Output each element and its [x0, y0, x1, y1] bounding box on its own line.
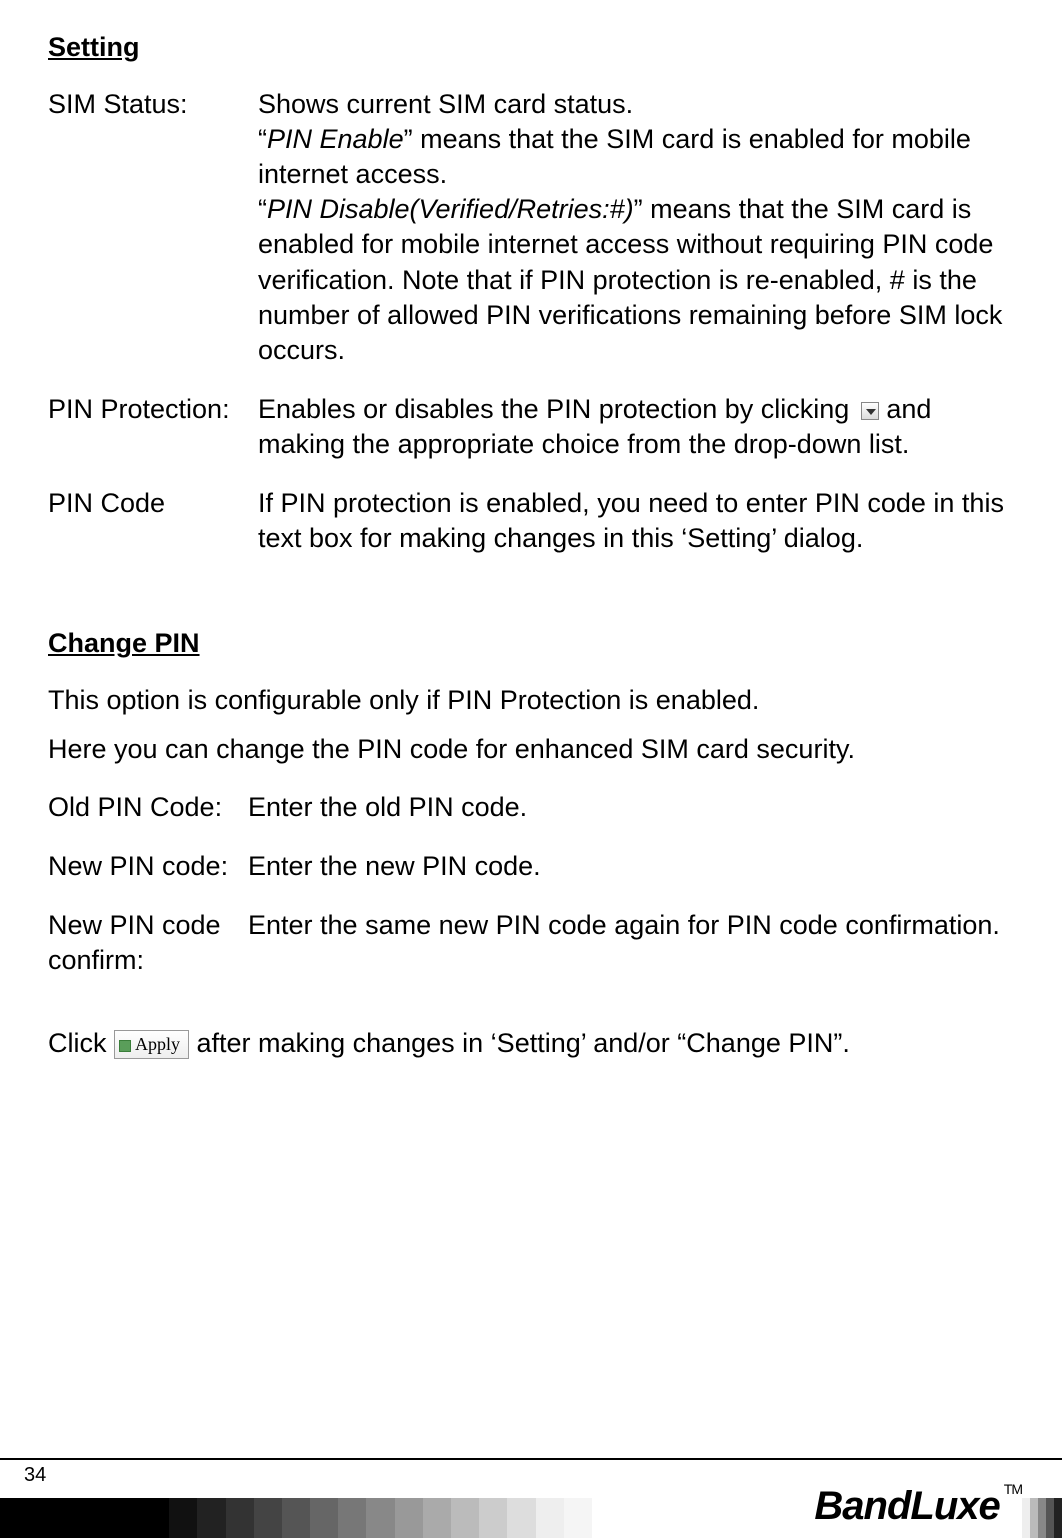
- desc-new-pin-confirm: Enter the same new PIN code again for PI…: [248, 908, 1014, 978]
- page-number: 34: [24, 1462, 46, 1488]
- page-footer: 34 BandLuxeTM: [0, 1478, 1062, 1538]
- heading-setting: Setting: [48, 30, 1014, 65]
- term-pin-code: PIN Code: [48, 486, 258, 556]
- term-pin-protection: PIN Protection:: [48, 392, 258, 462]
- desc-old-pin: Enter the old PIN code.: [248, 790, 1014, 825]
- row-pin-code: PIN Code If PIN protection is enabled, y…: [48, 486, 1014, 556]
- row-sim-status: SIM Status: Shows current SIM card statu…: [48, 87, 1014, 368]
- row-pin-protection: PIN Protection: Enables or disables the …: [48, 392, 1014, 462]
- change-pin-intro1: This option is configurable only if PIN …: [48, 683, 1014, 718]
- row-new-pin-confirm: New PIN code confirm: Enter the same new…: [48, 908, 1014, 978]
- section-setting: Setting SIM Status: Shows current SIM ca…: [48, 30, 1014, 556]
- click-before: Click: [48, 1028, 114, 1058]
- change-pin-intro2: Here you can change the PIN code for enh…: [48, 732, 1014, 767]
- sim-status-q1: “: [258, 124, 267, 154]
- dropdown-icon[interactable]: [861, 402, 879, 420]
- desc-pin-protection: Enables or disables the PIN protection b…: [258, 392, 1014, 462]
- term-new-pin-confirm: New PIN code confirm:: [48, 908, 248, 978]
- click-after: after making changes in ‘Setting’ and/or…: [197, 1028, 850, 1058]
- sim-status-line1: Shows current SIM card status.: [258, 89, 633, 119]
- apply-icon: [119, 1040, 131, 1052]
- desc-pin-code: If PIN protection is enabled, you need t…: [258, 486, 1014, 556]
- apply-label: Apply: [135, 1034, 180, 1054]
- apply-button[interactable]: Apply: [114, 1030, 189, 1059]
- logo-tm: TM: [1004, 1481, 1022, 1497]
- sim-status-q2: “: [258, 194, 267, 224]
- term-old-pin: Old PIN Code:: [48, 790, 248, 825]
- sim-status-italic1: PIN Enable: [267, 124, 404, 154]
- row-old-pin: Old PIN Code: Enter the old PIN code.: [48, 790, 1014, 825]
- right-gradient: [1022, 1498, 1062, 1538]
- change-pin-rows: Old PIN Code: Enter the old PIN code. Ne…: [48, 790, 1014, 978]
- logo-text: BandLuxe: [814, 1484, 999, 1528]
- section-change-pin: Change PIN This option is configurable o…: [48, 626, 1014, 1061]
- heading-change-pin: Change PIN: [48, 626, 1014, 661]
- brand-logo: BandLuxe TM: [814, 1480, 1022, 1532]
- sim-status-italic2: PIN Disable(Verified/Retries:#): [267, 194, 634, 224]
- pin-protection-before: Enables or disables the PIN protection b…: [258, 394, 857, 424]
- desc-new-pin: Enter the new PIN code.: [248, 849, 1014, 884]
- gradient-bar: [0, 1498, 620, 1538]
- term-sim-status: SIM Status:: [48, 87, 258, 368]
- desc-sim-status: Shows current SIM card status. “PIN Enab…: [258, 87, 1014, 368]
- footer-line: [0, 1458, 1062, 1460]
- click-instruction: Click Apply after making changes in ‘Set…: [48, 1026, 1014, 1061]
- term-new-pin: New PIN code:: [48, 849, 248, 884]
- row-new-pin: New PIN code: Enter the new PIN code.: [48, 849, 1014, 884]
